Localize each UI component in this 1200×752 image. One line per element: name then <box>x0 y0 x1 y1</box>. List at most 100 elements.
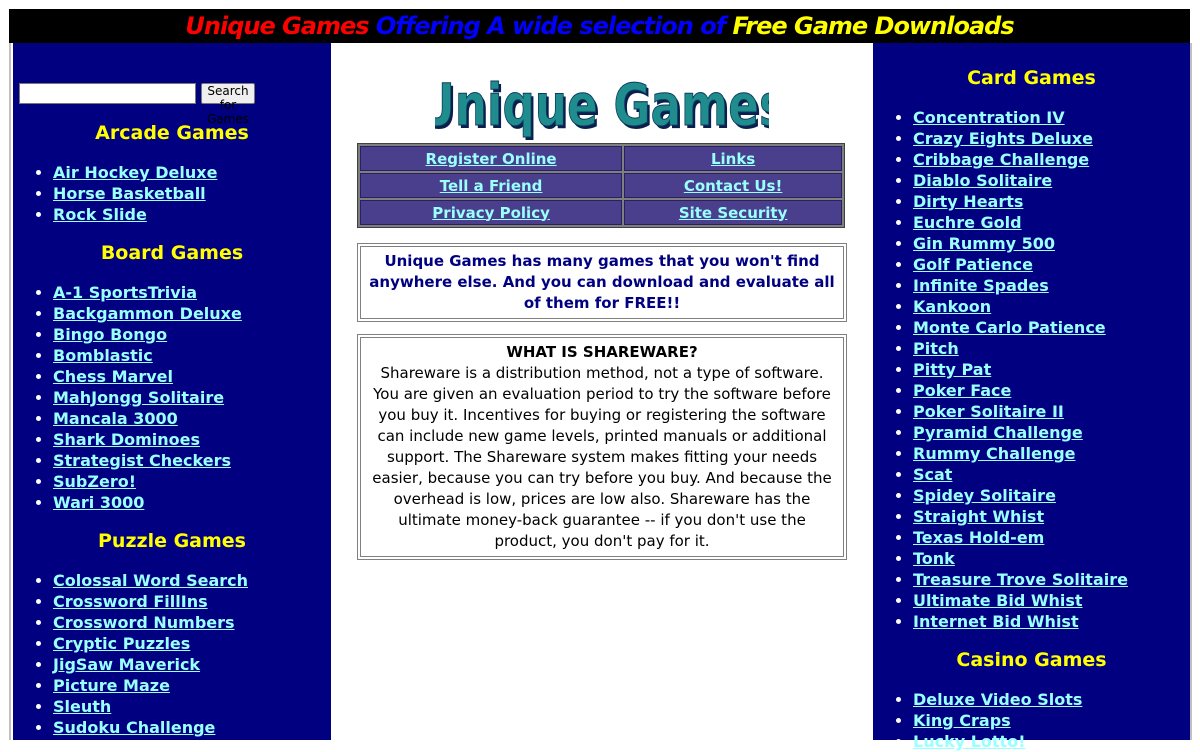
game-list-item: Infinite Spades <box>913 275 1128 296</box>
left-sidebar: Search for Games Arcade Games Air Hockey… <box>13 43 331 740</box>
game-list-item: Euchre Gold <box>913 212 1128 233</box>
intro-text: Unique Games has many games that you won… <box>360 246 844 319</box>
game-link[interactable]: Cryptic Puzzles <box>53 634 190 653</box>
game-list-item: Poker Face <box>913 380 1128 401</box>
game-list-item: Diablo Solitaire <box>913 170 1128 191</box>
game-link[interactable]: Concentration IV <box>913 108 1065 127</box>
right-sidebar: Card Games Concentration IV Crazy Eights … <box>873 43 1190 751</box>
game-link[interactable]: Strategist Checkers <box>53 451 231 470</box>
arcade-games-list: Air Hockey Deluxe Horse Basketball Rock Sl… <box>13 162 217 225</box>
game-link[interactable]: MahJongg Solitaire <box>53 388 224 407</box>
board-games-list: A-1 SportsTrivia Backgammon Deluxe Bingo B… <box>13 282 242 513</box>
game-list-item: Pitty Pat <box>913 359 1128 380</box>
game-link[interactable]: Infinite Spades <box>913 276 1049 295</box>
game-link[interactable]: Horse Basketball <box>53 184 206 203</box>
game-link[interactable]: Mancala 3000 <box>53 409 178 428</box>
game-link[interactable]: Bomblastic <box>53 346 153 365</box>
game-link[interactable]: Ultimate Bid Whist <box>913 591 1083 610</box>
game-link[interactable]: Sudoku Challenge <box>53 718 215 737</box>
game-link[interactable]: King Craps <box>913 711 1011 730</box>
game-link[interactable]: Picture Maze <box>53 676 170 695</box>
game-link[interactable]: Monte Carlo Patience <box>913 318 1106 337</box>
game-link[interactable]: Bingo Bongo <box>53 325 167 344</box>
game-link[interactable]: Pitty Pat <box>913 360 991 379</box>
game-list-item: Wari 3000 <box>53 492 242 513</box>
nav-cell: Privacy Policy <box>360 200 623 225</box>
game-link[interactable]: Lucky Lotto! <box>913 732 1025 751</box>
shareware-box: WHAT IS SHAREWARE? Shareware is a distri… <box>357 334 847 560</box>
nav-cell: Contact Us! <box>624 173 842 198</box>
game-list-item: Internet Bid Whist <box>913 611 1128 632</box>
game-list-item: Ultimate Bid Whist <box>913 590 1128 611</box>
register-online-link[interactable]: Register Online <box>426 150 557 168</box>
game-list-item: Bingo Bongo <box>53 324 242 345</box>
game-link[interactable]: Backgammon Deluxe <box>53 304 242 323</box>
game-link[interactable]: Scat <box>913 465 952 484</box>
game-list-item: Mancala 3000 <box>53 408 242 429</box>
intro-box: Unique Games has many games that you won… <box>357 243 847 322</box>
game-list-item: Pitch <box>913 338 1128 359</box>
tell-a-friend-link[interactable]: Tell a Friend <box>440 177 543 195</box>
game-link[interactable]: Rummy Challenge <box>913 444 1076 463</box>
game-list-item: Sleuth <box>53 696 248 717</box>
site-nav-table: Register Online Links Tell a Friend Cont… <box>357 143 845 228</box>
banner-brand: Unique Games <box>185 12 369 40</box>
shareware-content: WHAT IS SHAREWARE? Shareware is a distri… <box>360 337 844 557</box>
shareware-title: WHAT IS SHAREWARE? <box>506 343 698 361</box>
game-link[interactable]: Shark Dominoes <box>53 430 200 449</box>
game-list-item: Air Hockey Deluxe <box>53 162 217 183</box>
game-list-item: SubZero! <box>53 471 242 492</box>
game-link[interactable]: Euchre Gold <box>913 213 1022 232</box>
game-link[interactable]: Tonk <box>913 549 955 568</box>
links-link[interactable]: Links <box>711 150 755 168</box>
game-link[interactable]: Sleuth <box>53 697 111 716</box>
game-link[interactable]: Air Hockey Deluxe <box>53 163 217 182</box>
game-link[interactable]: A-1 SportsTrivia <box>53 283 197 302</box>
game-link[interactable]: Dirty Hearts <box>913 192 1023 211</box>
game-link[interactable]: Wari 3000 <box>53 493 144 512</box>
game-link[interactable]: Pitch <box>913 339 959 358</box>
game-list-item: Picture Maze <box>53 675 248 696</box>
privacy-policy-link[interactable]: Privacy Policy <box>432 204 550 222</box>
game-link[interactable]: Internet Bid Whist <box>913 612 1079 631</box>
game-link[interactable]: Crossword Numbers <box>53 613 235 632</box>
arcade-games-heading: Arcade Games <box>95 122 249 144</box>
game-link[interactable]: JigSaw Maverick <box>53 655 200 674</box>
game-list-item: Straight Whist <box>913 506 1128 527</box>
game-list-item: Horse Basketball <box>53 183 217 204</box>
game-link[interactable]: Rock Slide <box>53 205 147 224</box>
game-list-item: Lucky Lotto! <box>913 731 1082 752</box>
game-link[interactable]: Colossal Word Search <box>53 571 248 590</box>
search-input[interactable] <box>19 83 196 104</box>
game-list-item: Crazy Eights Deluxe <box>913 128 1128 149</box>
game-list-item: Spidey Solitaire <box>913 485 1128 506</box>
unique-games-logo: Unique Games Unique Games <box>435 72 769 142</box>
game-list-item: Scat <box>913 464 1128 485</box>
game-link[interactable]: SubZero! <box>53 472 136 491</box>
game-link[interactable]: Golf Patience <box>913 255 1033 274</box>
game-link[interactable]: Diablo Solitaire <box>913 171 1052 190</box>
game-link[interactable]: Pyramid Challenge <box>913 423 1083 442</box>
game-link[interactable]: Poker Face <box>913 381 1011 400</box>
contact-us-link[interactable]: Contact Us! <box>684 177 783 195</box>
search-button[interactable]: Search for Games <box>201 83 255 126</box>
site-security-link[interactable]: Site Security <box>679 204 788 222</box>
game-link[interactable]: Cribbage Challenge <box>913 150 1089 169</box>
main-content: Unique Games Unique Games Register Onlin… <box>331 43 873 740</box>
game-link[interactable]: Crazy Eights Deluxe <box>913 129 1093 148</box>
game-link[interactable]: Spidey Solitaire <box>913 486 1056 505</box>
game-list-item: Golf Patience <box>913 254 1128 275</box>
game-list-item: Texas Hold-em <box>913 527 1128 548</box>
game-link[interactable]: Deluxe Video Slots <box>913 690 1082 709</box>
game-list-item: Poker Solitaire II <box>913 401 1128 422</box>
game-link[interactable]: Straight Whist <box>913 507 1044 526</box>
game-link[interactable]: Treasure Trove Solitaire <box>913 570 1128 589</box>
game-link[interactable]: Crossword FillIns <box>53 592 208 611</box>
game-link[interactable]: Gin Rummy 500 <box>913 234 1055 253</box>
page-frame: Search for Games Arcade Games Air Hockey… <box>9 43 1192 751</box>
game-link[interactable]: Chess Marvel <box>53 367 173 386</box>
game-link[interactable]: Kankoon <box>913 297 991 316</box>
game-link[interactable]: Texas Hold-em <box>913 528 1044 547</box>
game-link[interactable]: Poker Solitaire II <box>913 402 1064 421</box>
game-list-item: Backgammon Deluxe <box>53 303 242 324</box>
